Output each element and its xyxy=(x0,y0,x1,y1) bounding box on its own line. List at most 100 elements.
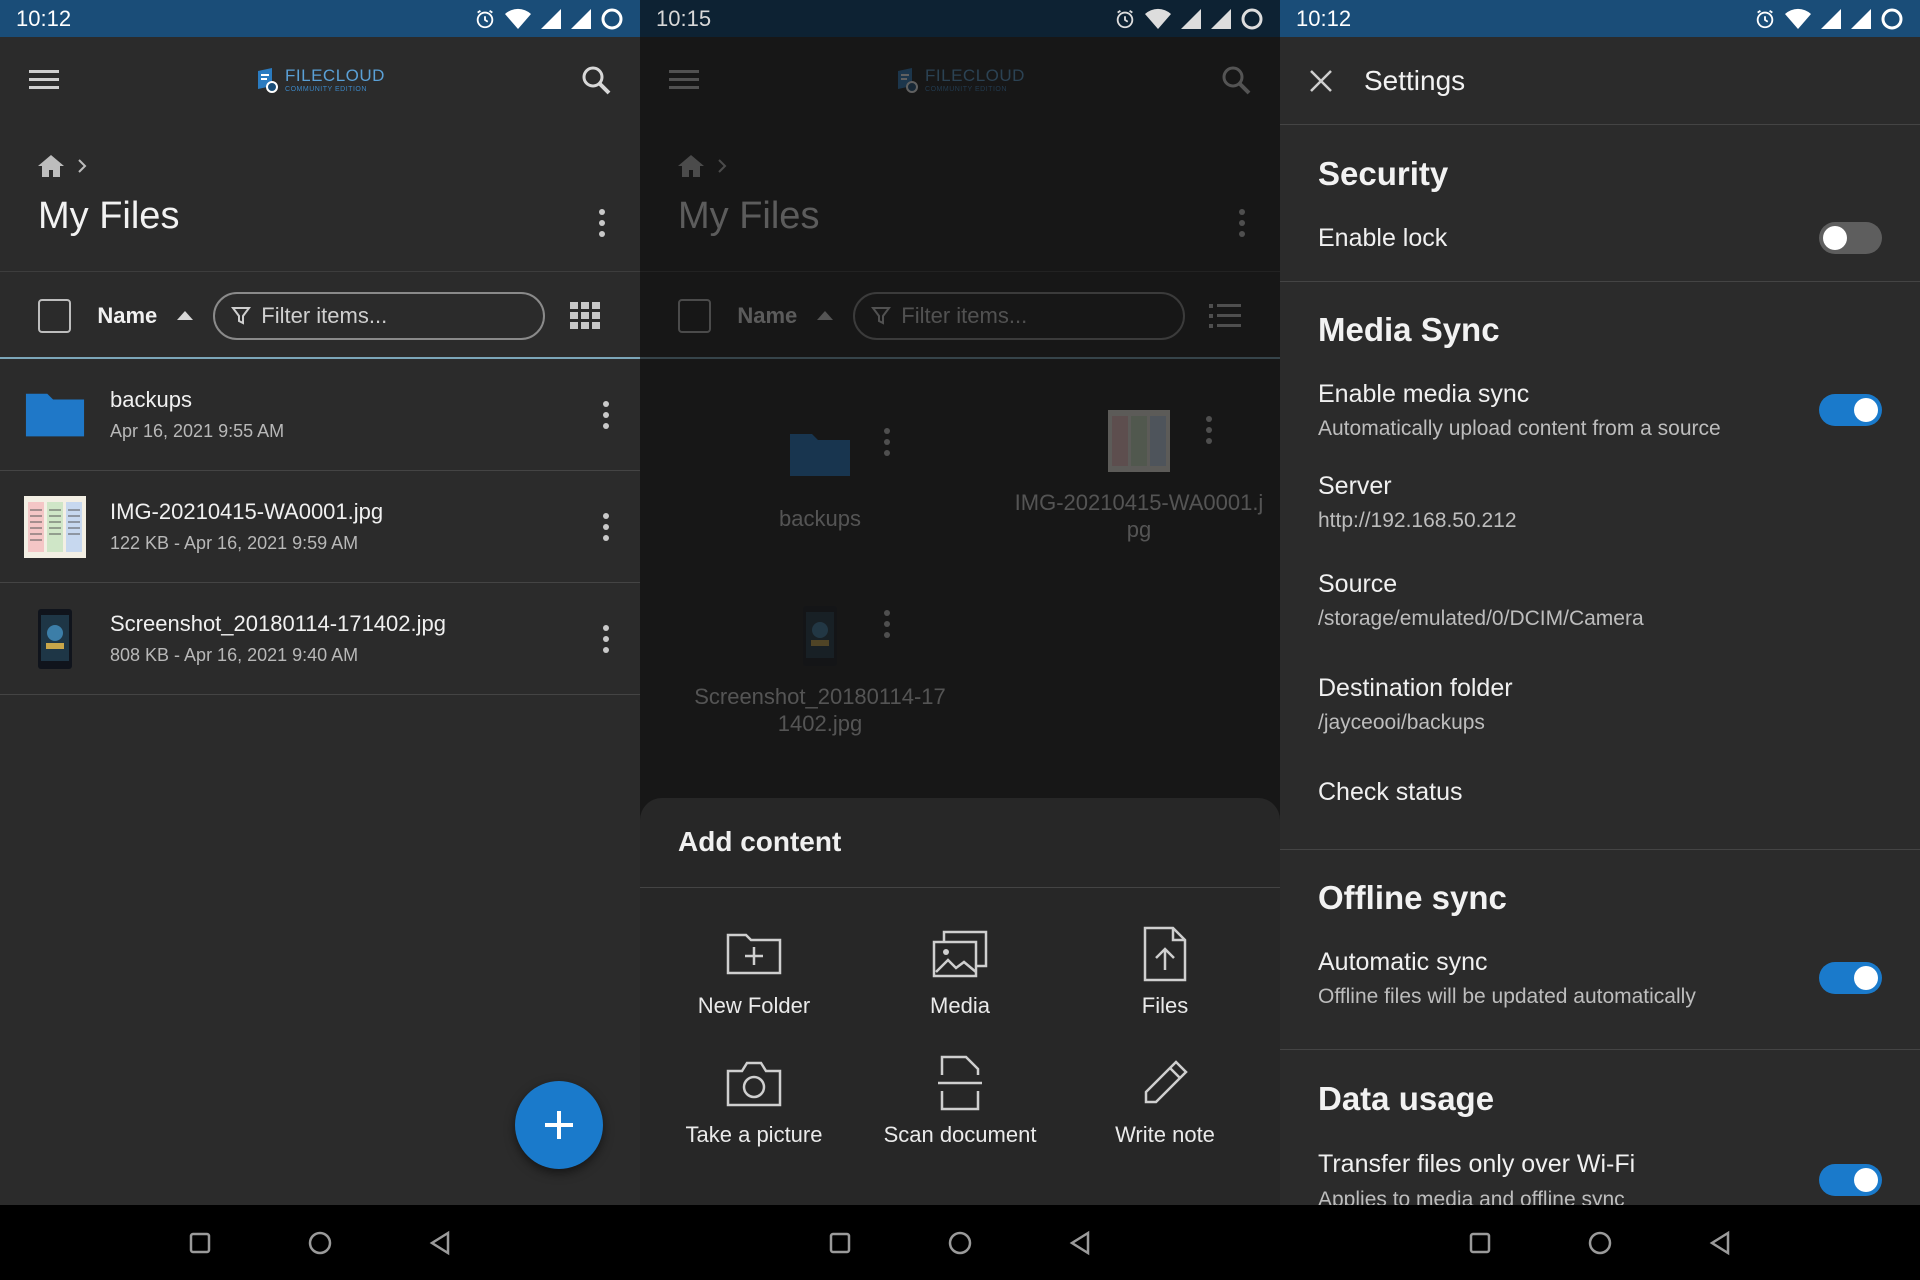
select-all-checkbox[interactable] xyxy=(38,298,72,333)
filecloud-logo: FILECLOUD COMMUNITY EDITION xyxy=(64,67,576,93)
grid-view-icon[interactable] xyxy=(569,299,602,333)
filecloud-logo-icon xyxy=(258,68,279,93)
filter-icon xyxy=(871,306,892,325)
sort-by-name-label[interactable]: Name xyxy=(737,303,797,329)
check-status-item[interactable]: Check status xyxy=(1318,778,1463,807)
battery-circle-icon xyxy=(1241,8,1263,29)
home-nav-icon[interactable] xyxy=(947,1230,973,1256)
file-upload-icon xyxy=(1143,926,1187,982)
action-label: Write note xyxy=(1115,1122,1215,1147)
data-usage-section-title: Data usage xyxy=(1318,1080,1495,1117)
file-row-screenshot[interactable]: Screenshot_20180114-171402.jpg 808 KB - … xyxy=(0,583,640,695)
security-section-title: Security xyxy=(1318,155,1449,192)
row-more-options-icon[interactable] xyxy=(596,395,616,435)
camera-icon xyxy=(726,1061,782,1107)
enable-lock-toggle[interactable] xyxy=(1819,222,1882,254)
action-label: New Folder xyxy=(697,993,811,1018)
grid-item-more-icon[interactable] xyxy=(877,424,897,460)
status-bar: 10:12 xyxy=(1280,0,1920,37)
close-icon[interactable] xyxy=(1308,68,1334,94)
source-label[interactable]: Source xyxy=(1318,570,1397,599)
enable-media-sync-description: Automatically upload content from a sour… xyxy=(1318,417,1721,440)
app-bar: FILECLOUD COMMUNITY EDITION xyxy=(0,37,640,123)
wifi-icon xyxy=(505,8,531,29)
filter-placeholder: Filter items... xyxy=(261,302,388,328)
status-time: 10:12 xyxy=(1296,5,1352,31)
write-note-button[interactable]: Write note xyxy=(1065,1054,1265,1148)
back-icon[interactable] xyxy=(1068,1230,1092,1256)
grid-item-img[interactable]: IMG-20210415-WA0001.j pg xyxy=(989,410,1280,543)
action-label: Media xyxy=(930,993,990,1018)
status-icons xyxy=(474,7,624,31)
chevron-right-icon xyxy=(78,159,87,173)
back-icon[interactable] xyxy=(428,1230,452,1256)
add-content-fab[interactable] xyxy=(515,1081,603,1169)
media-button[interactable]: Media xyxy=(860,925,1060,1019)
file-name: IMG-20210415-WA0001.jpg xyxy=(110,499,384,524)
row-more-options-icon[interactable] xyxy=(596,619,616,659)
add-content-sheet: Add content New Folder Media Files Take … xyxy=(640,798,1280,1205)
filter-placeholder: Filter items... xyxy=(901,302,1028,328)
server-label[interactable]: Server xyxy=(1318,472,1392,501)
files-button[interactable]: Files xyxy=(1065,925,1265,1019)
search-icon[interactable] xyxy=(1216,60,1256,100)
recents-icon[interactable] xyxy=(828,1231,852,1255)
file-meta: Apr 16, 2021 9:55 AM xyxy=(110,421,285,441)
enable-media-sync-toggle[interactable] xyxy=(1819,394,1882,426)
list-toolbar: Name Filter items... xyxy=(640,271,1280,359)
recents-icon[interactable] xyxy=(188,1231,212,1255)
folder-icon xyxy=(790,434,850,476)
new-folder-button[interactable]: New Folder xyxy=(654,925,854,1019)
hamburger-menu-icon[interactable] xyxy=(24,60,64,100)
status-icons xyxy=(1754,7,1904,31)
search-icon[interactable] xyxy=(576,60,616,100)
signal-icon xyxy=(541,8,561,29)
grid-item-screenshot[interactable]: Screenshot_20180114-17 1402.jpg xyxy=(670,606,970,737)
file-row-backups[interactable]: backups Apr 16, 2021 9:55 AM xyxy=(0,359,640,471)
home-icon[interactable] xyxy=(36,153,66,179)
list-toolbar: Name Filter items... xyxy=(0,271,640,359)
destination-folder-label[interactable]: Destination folder xyxy=(1318,674,1513,703)
breadcrumb[interactable] xyxy=(36,153,88,179)
select-all-checkbox[interactable] xyxy=(678,298,712,333)
home-nav-icon[interactable] xyxy=(307,1230,333,1256)
settings-title: Settings xyxy=(1364,64,1466,96)
scan-document-button[interactable]: Scan document xyxy=(860,1054,1060,1148)
filecloud-logo-icon xyxy=(898,68,919,93)
folder-more-options-icon[interactable] xyxy=(1232,203,1252,243)
media-icon xyxy=(932,930,988,978)
grid-item-more-icon[interactable] xyxy=(877,606,897,642)
sort-by-name-label[interactable]: Name xyxy=(97,303,157,329)
grid-item-more-icon[interactable] xyxy=(1199,412,1219,448)
logo-name: FILECLOUD xyxy=(285,66,385,85)
back-icon[interactable] xyxy=(1708,1230,1732,1256)
list-view-icon[interactable] xyxy=(1209,299,1242,333)
sort-ascending-icon[interactable] xyxy=(177,311,194,320)
folder-more-options-icon[interactable] xyxy=(592,203,612,243)
grid-item-backups[interactable]: backups xyxy=(670,430,970,532)
file-row-img[interactable]: IMG-20210415-WA0001.jpg 122 KB - Apr 16,… xyxy=(0,471,640,583)
filter-input[interactable]: Filter items... xyxy=(853,291,1185,340)
chevron-right-icon xyxy=(718,159,727,173)
action-label: Files xyxy=(1141,993,1189,1018)
wifi-icon xyxy=(1145,8,1171,29)
home-icon[interactable] xyxy=(676,153,706,179)
screenshot-thumbnail xyxy=(24,608,86,670)
home-nav-icon[interactable] xyxy=(1587,1230,1613,1256)
image-thumbnail xyxy=(1108,410,1170,472)
app-bar: FILECLOUD COMMUNITY EDITION xyxy=(640,37,1280,123)
filter-input[interactable]: Filter items... xyxy=(213,291,545,340)
page-title: My Files xyxy=(38,195,180,237)
hamburger-menu-icon[interactable] xyxy=(664,60,704,100)
wifi-only-toggle[interactable] xyxy=(1819,1164,1882,1196)
breadcrumb[interactable] xyxy=(676,153,728,179)
row-more-options-icon[interactable] xyxy=(596,507,616,547)
automatic-sync-label: Automatic sync xyxy=(1318,948,1488,976)
take-picture-button[interactable]: Take a picture xyxy=(654,1054,854,1148)
scan-icon xyxy=(938,1055,982,1111)
offline-sync-section-title: Offline sync xyxy=(1318,879,1507,916)
signal-icon-2 xyxy=(1851,8,1871,29)
automatic-sync-toggle[interactable] xyxy=(1819,962,1882,994)
sort-ascending-icon[interactable] xyxy=(817,311,834,320)
recents-icon[interactable] xyxy=(1468,1231,1492,1255)
